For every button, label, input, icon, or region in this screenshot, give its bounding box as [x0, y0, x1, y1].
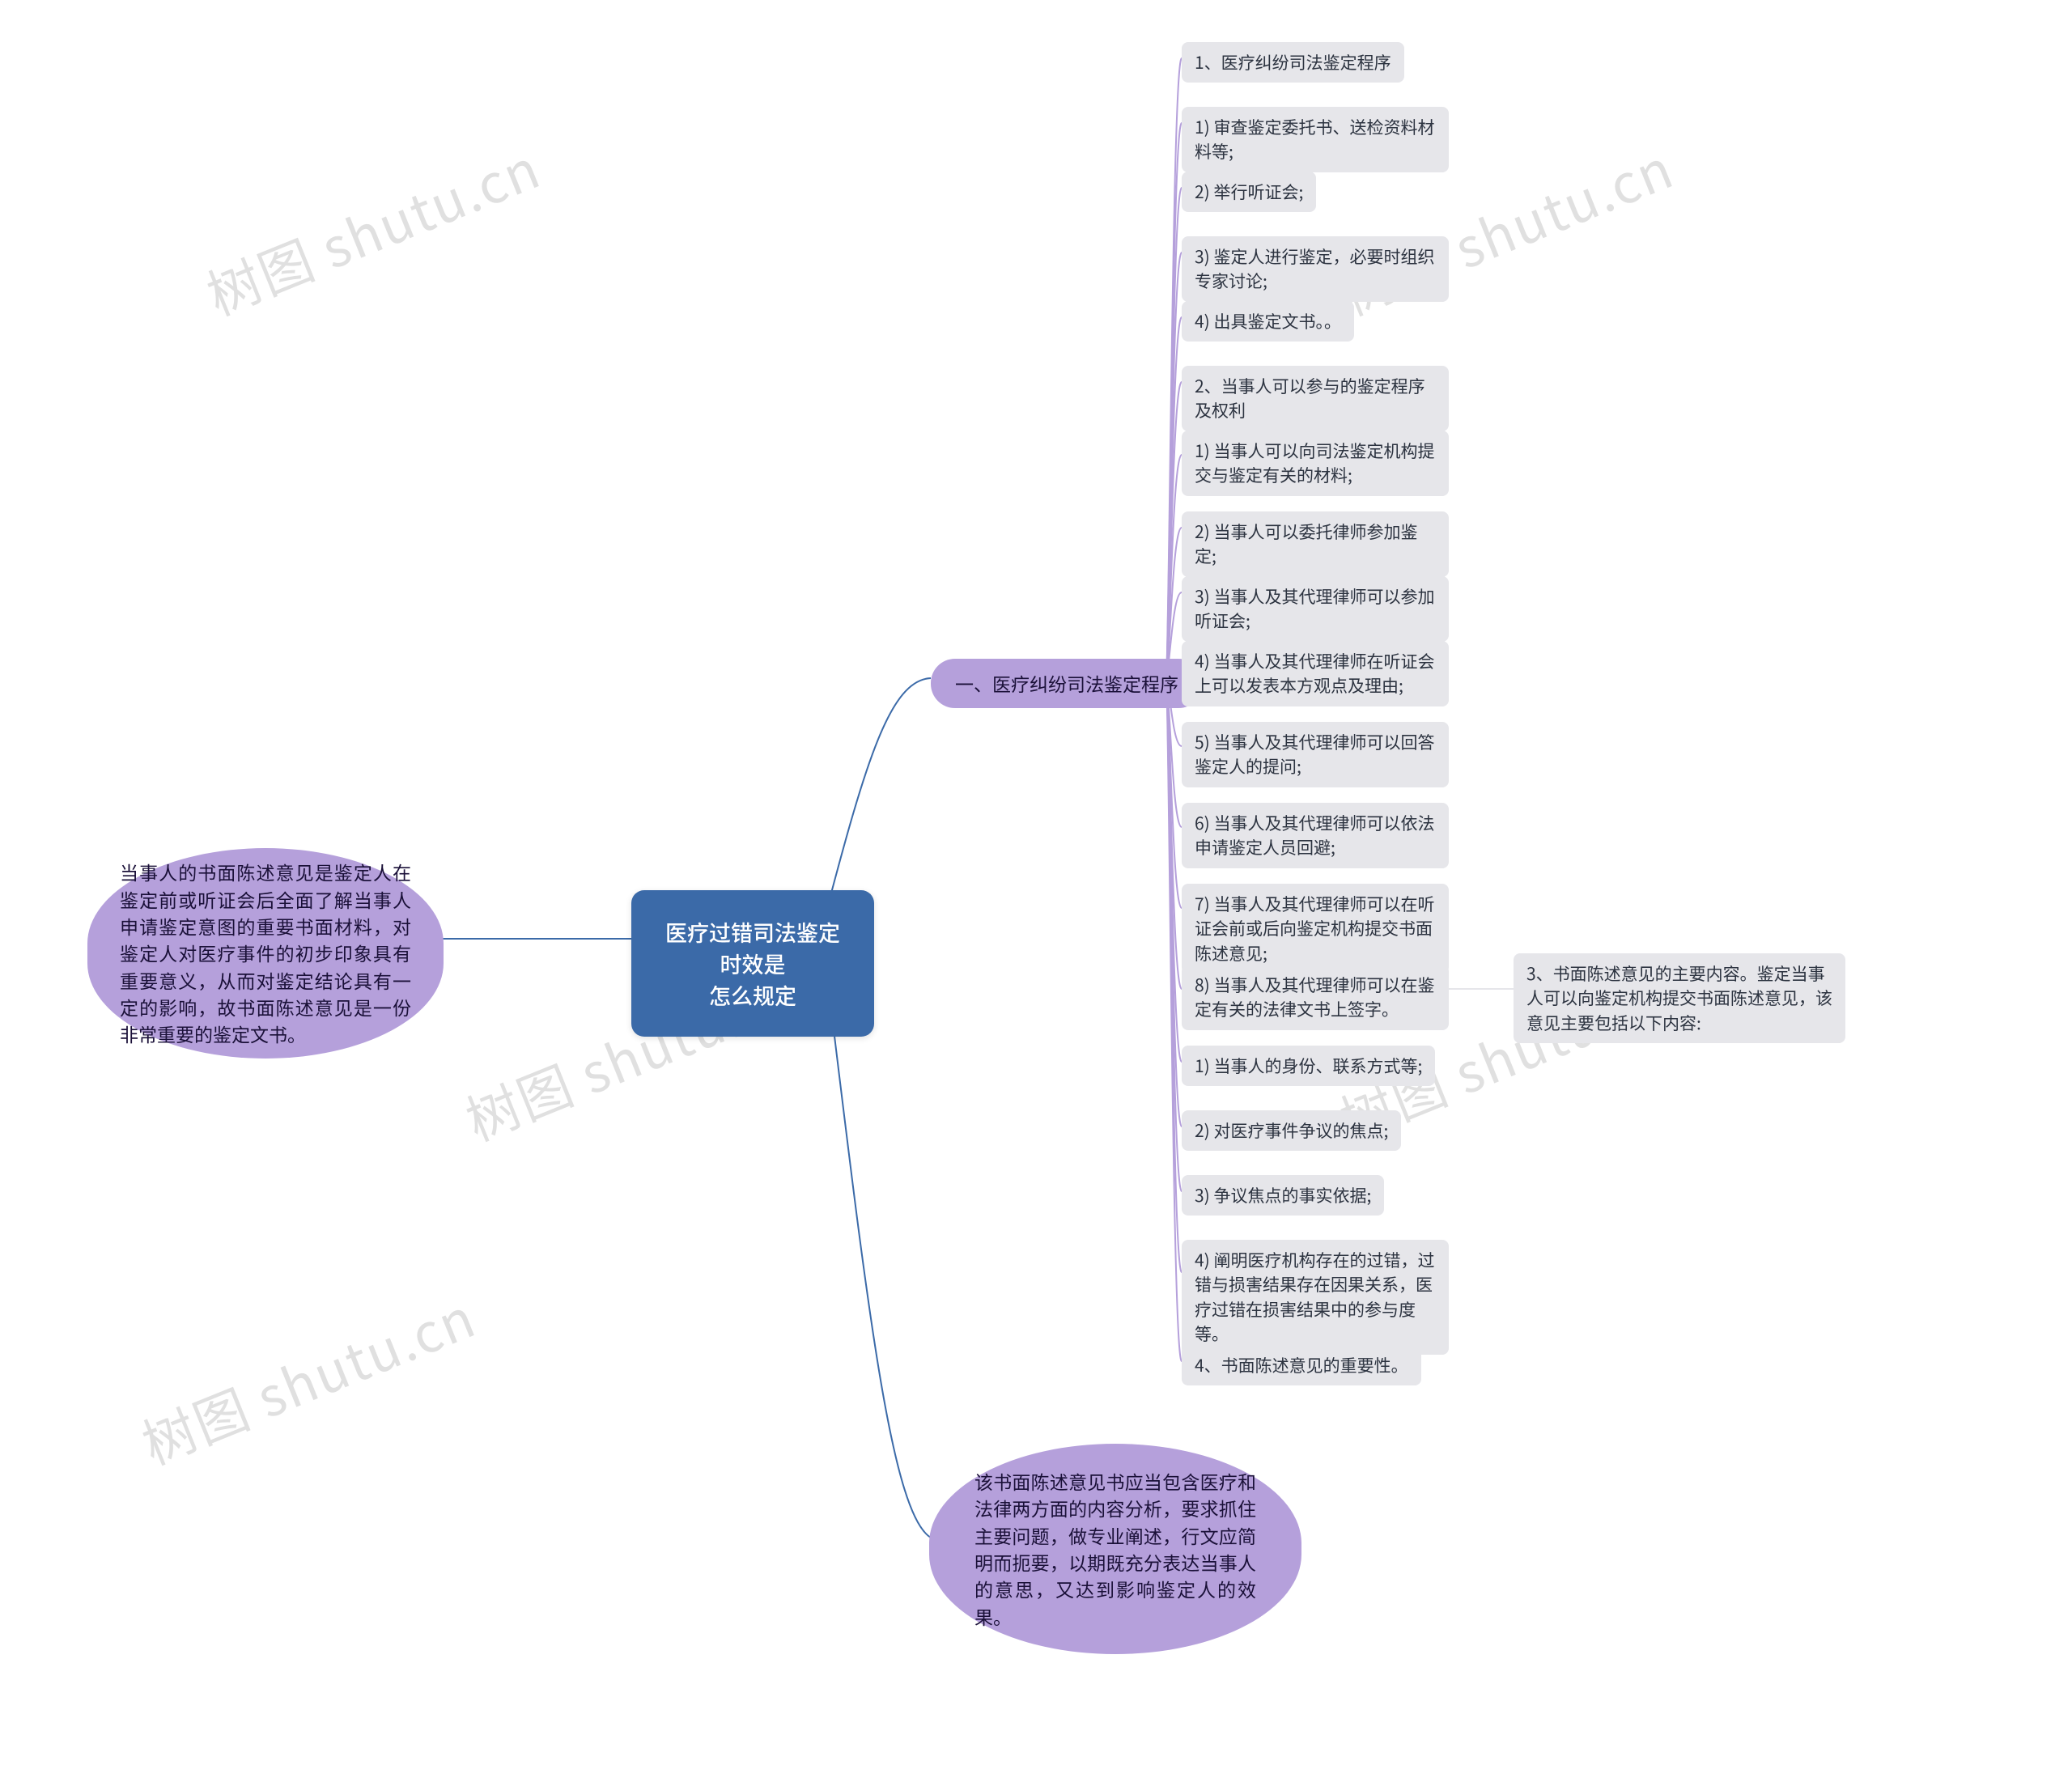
- leaf-4-text: 3) 鉴定人进行鉴定，必要时组织专家讨论;: [1195, 244, 1434, 293]
- leaf-6[interactable]: 2、当事人可以参与的鉴定程序及权利: [1182, 366, 1449, 431]
- left-note-text: 当事人的书面陈述意见是鉴定人在鉴定前或听证会后全面了解当事人申请鉴定意图的重要书…: [120, 859, 411, 1047]
- root-title-line1: 医疗过错司法鉴定时效是: [665, 916, 840, 979]
- leaf-13-text: 7) 当事人及其代理律师可以在听证会前或后向鉴定机构提交书面陈述意见;: [1195, 892, 1434, 965]
- leaf-1-text: 1、医疗纠纷司法鉴定程序: [1195, 50, 1391, 74]
- leaf-17-text: 3) 争议焦点的事实依据;: [1195, 1183, 1371, 1207]
- leaf-18[interactable]: 4) 阐明医疗机构存在的过错，过错与损害结果存在因果关系，医疗过错在损害结果中的…: [1182, 1240, 1449, 1355]
- leaf-12[interactable]: 6) 当事人及其代理律师可以依法申请鉴定人员回避;: [1182, 803, 1449, 868]
- leaf-17[interactable]: 3) 争议焦点的事实依据;: [1182, 1175, 1384, 1216]
- leaf-2-text: 1) 审查鉴定委托书、送检资料材料等;: [1195, 115, 1434, 163]
- leaf-2[interactable]: 1) 审查鉴定委托书、送检资料材料等;: [1182, 107, 1449, 172]
- leaf-15[interactable]: 1) 当事人的身份、联系方式等;: [1182, 1046, 1435, 1086]
- leaf-7-text: 1) 当事人可以向司法鉴定机构提交与鉴定有关的材料;: [1195, 439, 1434, 487]
- root-title-line2: 怎么规定: [709, 979, 796, 1011]
- mid-node[interactable]: 一、医疗纠纷司法鉴定程序: [931, 659, 1203, 708]
- watermark: 树图 shutu.cn: [130, 1276, 486, 1480]
- watermark: 树图 shutu.cn: [194, 127, 550, 331]
- leaf-8[interactable]: 2) 当事人可以委托律师参加鉴定;: [1182, 511, 1449, 577]
- bottom-note-text: 该书面陈述意见书应当包含医疗和法律两方面的内容分析，要求抓住主要问题，做专业阐述…: [974, 1468, 1256, 1630]
- leaf-18-text: 4) 阐明医疗机构存在的过错，过错与损害结果存在因果关系，医疗过错在损害结果中的…: [1195, 1248, 1434, 1346]
- leaf-1[interactable]: 1、医疗纠纷司法鉴定程序: [1182, 42, 1404, 83]
- leaf-3-text: 2) 举行听证会;: [1195, 180, 1303, 204]
- leaf-12-text: 6) 当事人及其代理律师可以依法申请鉴定人员回避;: [1195, 811, 1434, 859]
- leaf-11-text: 5) 当事人及其代理律师可以回答鉴定人的提问;: [1195, 730, 1434, 779]
- leaf-6-text: 2、当事人可以参与的鉴定程序及权利: [1195, 374, 1425, 422]
- mid-node-label: 一、医疗纠纷司法鉴定程序: [955, 670, 1178, 697]
- leaf-14-sub[interactable]: 3、书面陈述意见的主要内容。鉴定当事人可以向鉴定机构提交书面陈述意见，该意见主要…: [1514, 953, 1845, 1043]
- leaf-4[interactable]: 3) 鉴定人进行鉴定，必要时组织专家讨论;: [1182, 236, 1449, 302]
- leaf-15-text: 1) 当事人的身份、联系方式等;: [1195, 1054, 1422, 1078]
- leaf-9[interactable]: 3) 当事人及其代理律师可以参加听证会;: [1182, 576, 1449, 642]
- leaf-5[interactable]: 4) 出具鉴定文书。。: [1182, 301, 1354, 342]
- leaf-14-sub-text: 3、书面陈述意见的主要内容。鉴定当事人可以向鉴定机构提交书面陈述意见，该意见主要…: [1526, 961, 1832, 1035]
- leaf-14-text: 8) 当事人及其代理律师可以在鉴定有关的法律文书上签字。: [1195, 973, 1434, 1021]
- leaf-10-text: 4) 当事人及其代理律师在听证会上可以发表本方观点及理由;: [1195, 649, 1434, 698]
- leaf-7[interactable]: 1) 当事人可以向司法鉴定机构提交与鉴定有关的材料;: [1182, 431, 1449, 496]
- leaf-13[interactable]: 7) 当事人及其代理律师可以在听证会前或后向鉴定机构提交书面陈述意见;: [1182, 884, 1449, 974]
- leaf-19-text: 4、书面陈述意见的重要性。: [1195, 1353, 1408, 1377]
- root-node[interactable]: 医疗过错司法鉴定时效是 怎么规定: [631, 890, 874, 1037]
- leaf-11[interactable]: 5) 当事人及其代理律师可以回答鉴定人的提问;: [1182, 722, 1449, 787]
- leaf-16[interactable]: 2) 对医疗事件争议的焦点;: [1182, 1110, 1401, 1151]
- leaf-5-text: 4) 出具鉴定文书。。: [1195, 309, 1341, 333]
- leaf-14[interactable]: 8) 当事人及其代理律师可以在鉴定有关的法律文书上签字。: [1182, 965, 1449, 1030]
- leaf-19[interactable]: 4、书面陈述意见的重要性。: [1182, 1345, 1421, 1385]
- leaf-16-text: 2) 对医疗事件争议的焦点;: [1195, 1118, 1388, 1143]
- leaf-9-text: 3) 当事人及其代理律师可以参加听证会;: [1195, 584, 1434, 633]
- left-note-node[interactable]: 当事人的书面陈述意见是鉴定人在鉴定前或听证会后全面了解当事人申请鉴定意图的重要书…: [87, 848, 444, 1059]
- bottom-note-node[interactable]: 该书面陈述意见书应当包含医疗和法律两方面的内容分析，要求抓住主要问题，做专业阐述…: [929, 1444, 1301, 1654]
- mindmap-canvas: 树图 shutu.cn 树图 shutu.cn 树图 shutu.cn 树图 s…: [0, 0, 2072, 1765]
- leaf-10[interactable]: 4) 当事人及其代理律师在听证会上可以发表本方观点及理由;: [1182, 641, 1449, 706]
- leaf-3[interactable]: 2) 举行听证会;: [1182, 172, 1316, 212]
- leaf-8-text: 2) 当事人可以委托律师参加鉴定;: [1195, 520, 1417, 568]
